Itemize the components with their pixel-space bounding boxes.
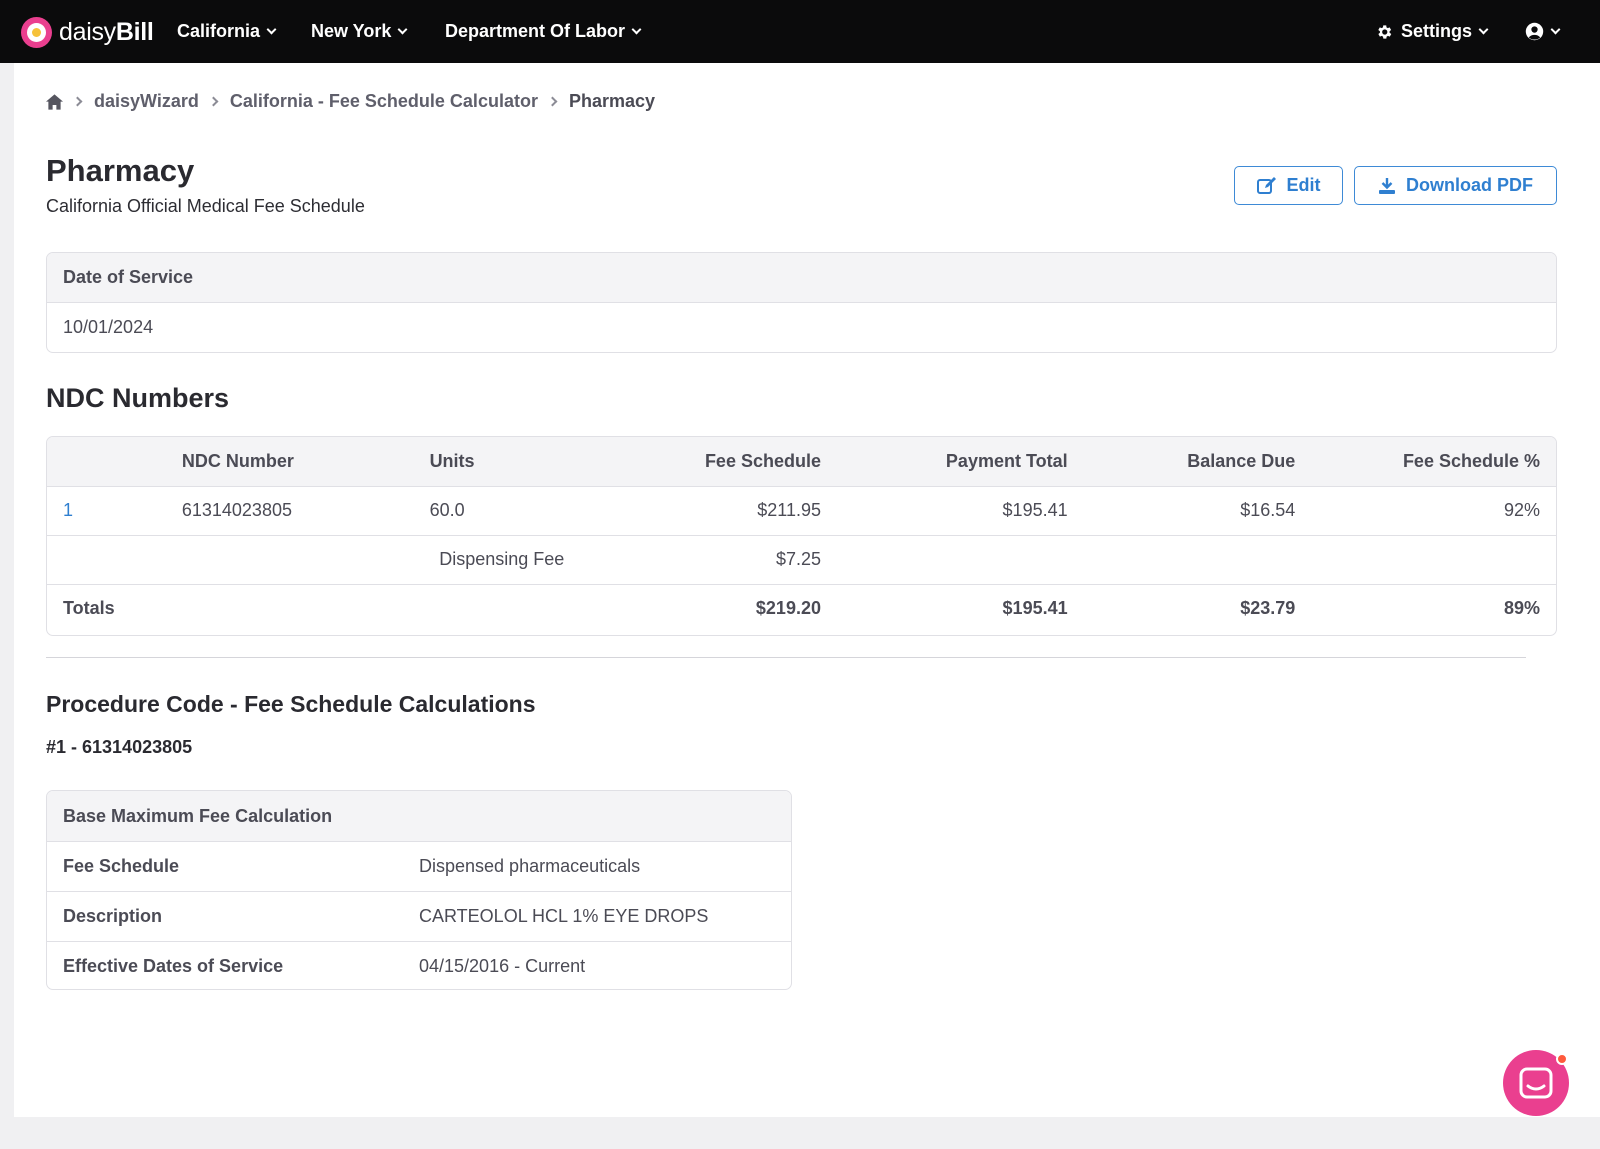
- totals-balance-due: $23.79: [1240, 598, 1296, 619]
- logo-text: daisyBill: [59, 18, 154, 46]
- top-navbar: daisyBill California New York Department…: [0, 0, 1600, 63]
- chevron-right-icon: [547, 96, 558, 107]
- edit-label: Edit: [1286, 175, 1321, 195]
- column-header-units: Units: [429, 437, 590, 487]
- chevron-right-icon: [208, 96, 219, 107]
- settings-menu[interactable]: Settings: [1375, 0, 1489, 63]
- user-circle-icon: [1525, 22, 1544, 41]
- column-header: [47, 437, 182, 487]
- totals-fee-schedule-pct: 89%: [1503, 598, 1540, 619]
- breadcrumb-fee-schedule-calculator[interactable]: California - Fee Schedule Calculator: [230, 91, 538, 112]
- breadcrumb: daisyWizard California - Fee Schedule Ca…: [46, 91, 655, 112]
- nav-california[interactable]: California: [177, 0, 277, 63]
- column-header-fee-schedule-pct: Fee Schedule %: [1295, 437, 1556, 487]
- ndc-heading: NDC Numbers: [46, 383, 230, 413]
- fee-schedule-pct-cell: 92%: [1295, 486, 1556, 536]
- date-of-service-panel: Date of Service 10/01/2024: [46, 252, 1557, 353]
- totals-label: Totals: [63, 598, 115, 619]
- page-subtitle: California Official Medical Fee Schedule: [46, 196, 365, 216]
- totals-fee-schedule: $219.20: [755, 598, 821, 619]
- notification-dot: [1556, 1053, 1568, 1065]
- procedure-heading: Procedure Code - Fee Schedule Calculatio…: [46, 691, 536, 717]
- chevron-down-icon: [631, 24, 642, 34]
- settings-label: Settings: [1401, 21, 1473, 41]
- home-icon[interactable]: [46, 93, 63, 110]
- nav-label: Department Of Labor: [445, 21, 626, 41]
- chevron-down-icon: [1478, 24, 1489, 34]
- ndc-table: NDC Number Units Fee Schedule Payment To…: [46, 436, 1557, 636]
- calc-label: Effective Dates of Service: [63, 956, 284, 976]
- daisybill-logo[interactable]: daisyBill: [21, 17, 154, 48]
- download-pdf-button[interactable]: Download PDF: [1354, 166, 1557, 205]
- totals-payment-total: $195.41: [1002, 598, 1068, 619]
- column-header-fee-schedule: Fee Schedule: [589, 437, 821, 487]
- payment-total-cell: $195.41: [820, 486, 1068, 536]
- nav-label: California: [177, 21, 261, 41]
- chevron-down-icon: [266, 24, 277, 34]
- column-header-ndc-number: NDC Number: [181, 437, 430, 487]
- edit-button[interactable]: Edit: [1234, 166, 1343, 205]
- edit-icon: [1256, 176, 1276, 194]
- calc-value: 04/15/2016 - Current: [419, 956, 586, 976]
- download-label: Download PDF: [1406, 175, 1533, 195]
- ndc-number-cell: 61314023805: [181, 486, 430, 536]
- gear-icon: [1378, 24, 1392, 39]
- calc-row-description: Description CARTEOLOL HCL 1% EYE DROPS: [47, 891, 791, 941]
- date-of-service-value: 10/01/2024: [63, 317, 154, 337]
- nav-department-of-labor[interactable]: Department Of Labor: [445, 0, 642, 63]
- user-menu[interactable]: [1525, 0, 1561, 63]
- date-of-service-label: Date of Service: [47, 253, 1556, 303]
- units-cell: 60.0: [429, 486, 590, 536]
- nav-new-york[interactable]: New York: [311, 0, 408, 63]
- dispensing-fee-label: Dispensing Fee: [181, 535, 590, 585]
- calc-label: Description: [63, 906, 163, 926]
- nav-label: New York: [311, 21, 392, 41]
- chevron-right-icon: [72, 96, 83, 107]
- breadcrumb-daisywizard[interactable]: daisyWizard: [94, 91, 199, 112]
- calc-label: Fee Schedule: [63, 856, 180, 876]
- balance-due-cell: $16.54: [1067, 486, 1296, 536]
- page-title: Pharmacy: [46, 153, 195, 188]
- procedure-item-id: #1 - 61314023805: [46, 737, 193, 757]
- breadcrumb-current: Pharmacy: [568, 91, 656, 111]
- section-divider: [46, 657, 1526, 658]
- daisy-logo-icon: [21, 17, 52, 48]
- calc-value: CARTEOLOL HCL 1% EYE DROPS: [419, 906, 709, 926]
- column-header-payment-total: Payment Total: [820, 437, 1068, 487]
- calc-value: Dispensed pharmaceuticals: [419, 856, 641, 876]
- chat-icon: [1519, 1067, 1553, 1099]
- ndc-row-index-link[interactable]: 1: [47, 486, 182, 536]
- base-fee-calculation-title: Base Maximum Fee Calculation: [47, 791, 791, 841]
- table-header-row: NDC Number Units Fee Schedule Payment To…: [47, 437, 1556, 487]
- chevron-down-icon: [397, 24, 408, 34]
- dispensing-fee-value: $7.25: [589, 535, 821, 585]
- calc-row-fee-schedule: Fee Schedule Dispensed pharmaceuticals: [47, 841, 791, 891]
- totals-row: Totals $219.20 $195.41 $23.79 89%: [47, 584, 1556, 633]
- main-content: daisyWizard California - Fee Schedule Ca…: [14, 63, 1600, 1117]
- calc-row-effective-dates: Effective Dates of Service 04/15/2016 - …: [47, 941, 791, 989]
- download-icon: [1379, 177, 1395, 194]
- chevron-down-icon: [1550, 24, 1561, 34]
- table-row: 1 61314023805 60.0 $211.95 $195.41 $16.5…: [47, 486, 1556, 536]
- fee-schedule-cell: $211.95: [589, 486, 821, 536]
- base-fee-calculation-panel: Base Maximum Fee Calculation Fee Schedul…: [46, 790, 792, 990]
- dispensing-fee-row: Dispensing Fee $7.25: [47, 535, 1556, 585]
- column-header-balance-due: Balance Due: [1067, 437, 1296, 487]
